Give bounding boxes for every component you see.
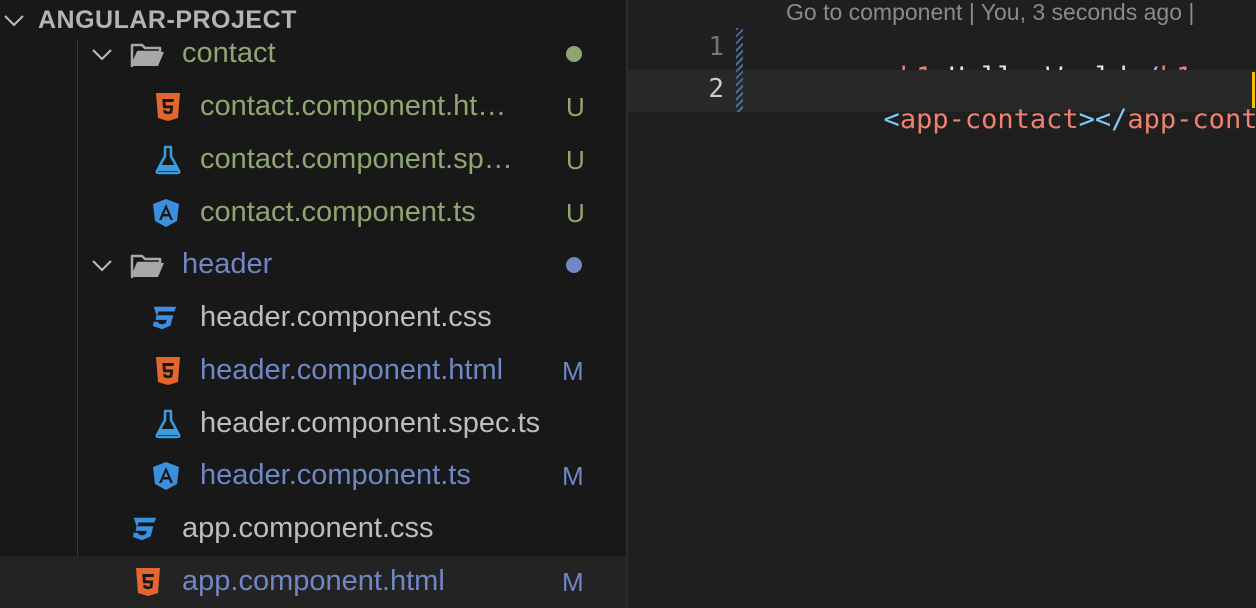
code-line-2[interactable]: 2 <app-contact></app-contact> xyxy=(628,70,1256,135)
html5-icon xyxy=(156,93,180,121)
html5-icon xyxy=(136,568,160,596)
code-token: app-contact xyxy=(1127,104,1256,135)
tree-item-label: header.component.html xyxy=(200,354,504,386)
folder-open-icon xyxy=(130,43,164,68)
tree-file-app-css[interactable]: app.component.css xyxy=(0,503,626,555)
tree-item-label: contact.component.ht… xyxy=(200,90,507,122)
git-status-badge: U xyxy=(566,145,585,175)
flask-icon xyxy=(155,409,181,439)
tree-file-header-ts[interactable]: header.component.ts M xyxy=(0,450,626,502)
tree-item-label: header.component.spec.ts xyxy=(200,407,541,439)
line-number: 2 xyxy=(708,74,724,104)
text-cursor xyxy=(1252,72,1255,108)
tree-item-label: header xyxy=(182,248,273,280)
tree-item-label: header.component.css xyxy=(200,301,492,333)
git-gutter-indicator[interactable] xyxy=(736,28,743,70)
tree-file-app-html[interactable]: app.component.html M xyxy=(0,556,626,608)
tree-item-label: app.component.html xyxy=(182,565,445,597)
git-status-badge: U xyxy=(566,198,585,228)
tree-item-label: contact xyxy=(182,37,276,69)
flask-icon xyxy=(155,145,181,175)
tree-item-label: header.component.ts xyxy=(200,459,471,491)
tree-file-contact-spec[interactable]: contact.component.sp… U xyxy=(0,134,626,186)
tree-file-contact-ts[interactable]: contact.component.ts U xyxy=(0,187,626,239)
code-editor[interactable]: Go to component | You, 3 seconds ago | 1… xyxy=(628,0,1256,608)
code-text[interactable]: <app-contact></app-contact> xyxy=(786,73,1256,166)
tree-item-label: contact.component.sp… xyxy=(200,143,513,175)
html5-icon xyxy=(156,357,180,385)
tree-item-label: app.component.css xyxy=(182,512,434,544)
status-dot xyxy=(566,257,582,273)
git-status-badge: M xyxy=(562,461,584,491)
tree-file-contact-html[interactable]: contact.component.ht… U xyxy=(0,81,626,133)
chevron-down-icon xyxy=(92,260,112,272)
tree-item-label: contact.component.ts xyxy=(200,196,476,228)
code-token: </ xyxy=(1094,104,1128,135)
codelens-hint[interactable]: Go to component | You, 3 seconds ago | xyxy=(786,0,1194,26)
code-token: < xyxy=(883,104,900,135)
css3-icon xyxy=(132,517,157,541)
folder-open-icon xyxy=(130,254,164,279)
git-gutter-indicator[interactable] xyxy=(736,70,743,112)
git-status-badge: U xyxy=(566,92,585,122)
tree-folder-contact[interactable]: contact xyxy=(0,28,626,80)
chevron-down-icon xyxy=(92,49,112,61)
line-number: 1 xyxy=(708,32,724,62)
code-token: app-contact xyxy=(899,104,1079,135)
angular-icon xyxy=(153,462,179,490)
angular-icon xyxy=(153,199,179,227)
code-token: > xyxy=(1078,104,1095,135)
tree-file-header-spec[interactable]: header.component.spec.ts xyxy=(0,398,626,450)
status-dot xyxy=(566,46,582,62)
explorer-panel: ANGULAR-PROJECT contact contact.componen… xyxy=(0,0,626,608)
tree-folder-header[interactable]: header xyxy=(0,239,626,291)
tree-file-header-css[interactable]: header.component.css xyxy=(0,292,626,344)
git-status-badge: M xyxy=(562,356,584,386)
code-line-1[interactable]: 1 <h1>Hello World</h1> xyxy=(628,28,1256,93)
tree-file-header-html[interactable]: header.component.html M xyxy=(0,345,626,397)
css3-icon xyxy=(152,306,177,330)
git-status-badge: M xyxy=(562,567,584,597)
